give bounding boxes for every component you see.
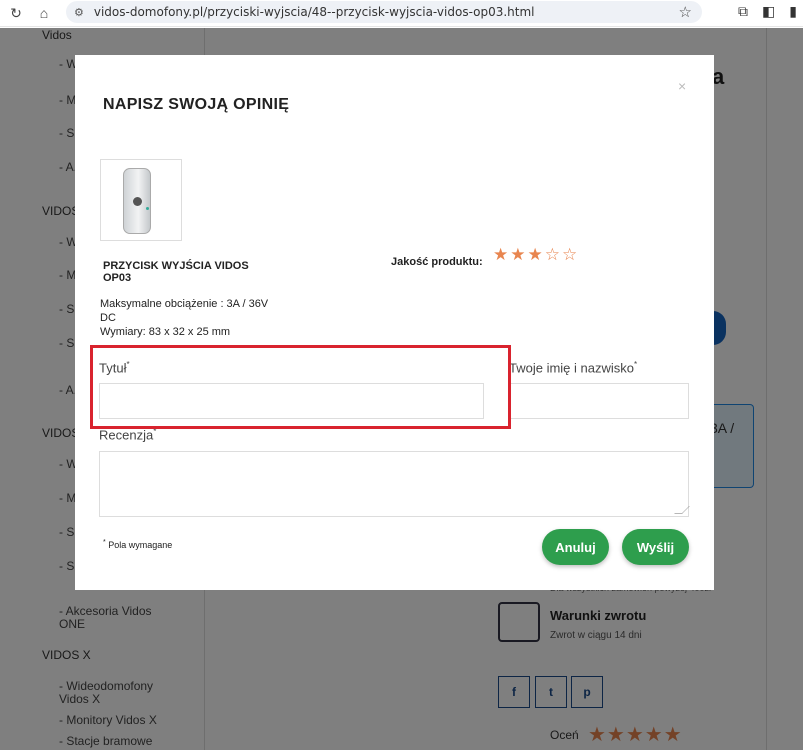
exit-button-device-icon — [123, 168, 151, 234]
close-icon[interactable]: × — [678, 78, 686, 94]
product-desc-dimensions: Wymiary: 83 x 32 x 25 mm — [100, 326, 231, 338]
quality-star-rating[interactable]: ★★★☆☆ — [493, 245, 579, 265]
bookmark-star-icon[interactable]: ☆ — [679, 3, 692, 21]
review-modal: NAPISZ SWOJĄ OPINIĘ × PRZYCISK WYJŚCIA V… — [75, 55, 714, 590]
submit-button[interactable]: Wyślij — [622, 529, 689, 565]
star-filled-icon[interactable]: ★ — [528, 245, 545, 264]
site-info-icon[interactable]: ⚙ — [74, 6, 84, 19]
side-panel-icon[interactable]: ◧ — [762, 3, 775, 20]
star-filled-icon[interactable]: ★ — [493, 245, 510, 264]
review-label: Recenzja* — [99, 427, 157, 443]
product-description: Maksymalne obciążenie : 3A / 36V DC Wymi… — [100, 297, 280, 339]
modal-title: NAPISZ SWOJĄ OPINIĘ — [103, 96, 290, 113]
title-field-highlight — [90, 345, 511, 429]
review-textarea[interactable] — [99, 451, 690, 517]
name-input[interactable] — [509, 383, 689, 419]
home-icon[interactable]: ⌂ — [32, 2, 56, 24]
product-name: PRZYCISK WYJŚCIA VIDOS OP03 — [103, 260, 249, 284]
extensions-icon[interactable]: ⧉ — [738, 3, 748, 20]
product-image — [100, 159, 182, 241]
url-text: vidos-domofony.pl/przyciski-wyjscia/48--… — [93, 5, 535, 19]
address-bar[interactable]: ⚙ vidos-domofony.pl/przyciski-wyjscia/48… — [66, 1, 702, 23]
profile-icon[interactable]: ▮ — [789, 3, 797, 20]
product-desc-load: Maksymalne obciążenie : 3A / 36V DC — [100, 298, 269, 324]
browser-toolbar: ↻ ⌂ ⚙ vidos-domofony.pl/przyciski-wyjsci… — [0, 0, 803, 27]
name-label: Twoje imię i nazwisko* — [509, 360, 638, 376]
resize-handle-icon[interactable] — [674, 506, 690, 514]
reload-icon[interactable]: ↻ — [4, 2, 28, 24]
cancel-button[interactable]: Anuluj — [542, 529, 609, 565]
star-empty-icon[interactable]: ☆ — [562, 245, 579, 264]
quality-label: Jakość produktu: — [391, 256, 483, 268]
required-note: * Pola wymagane — [103, 539, 173, 550]
star-empty-icon[interactable]: ☆ — [545, 245, 562, 264]
star-filled-icon[interactable]: ★ — [510, 245, 527, 264]
